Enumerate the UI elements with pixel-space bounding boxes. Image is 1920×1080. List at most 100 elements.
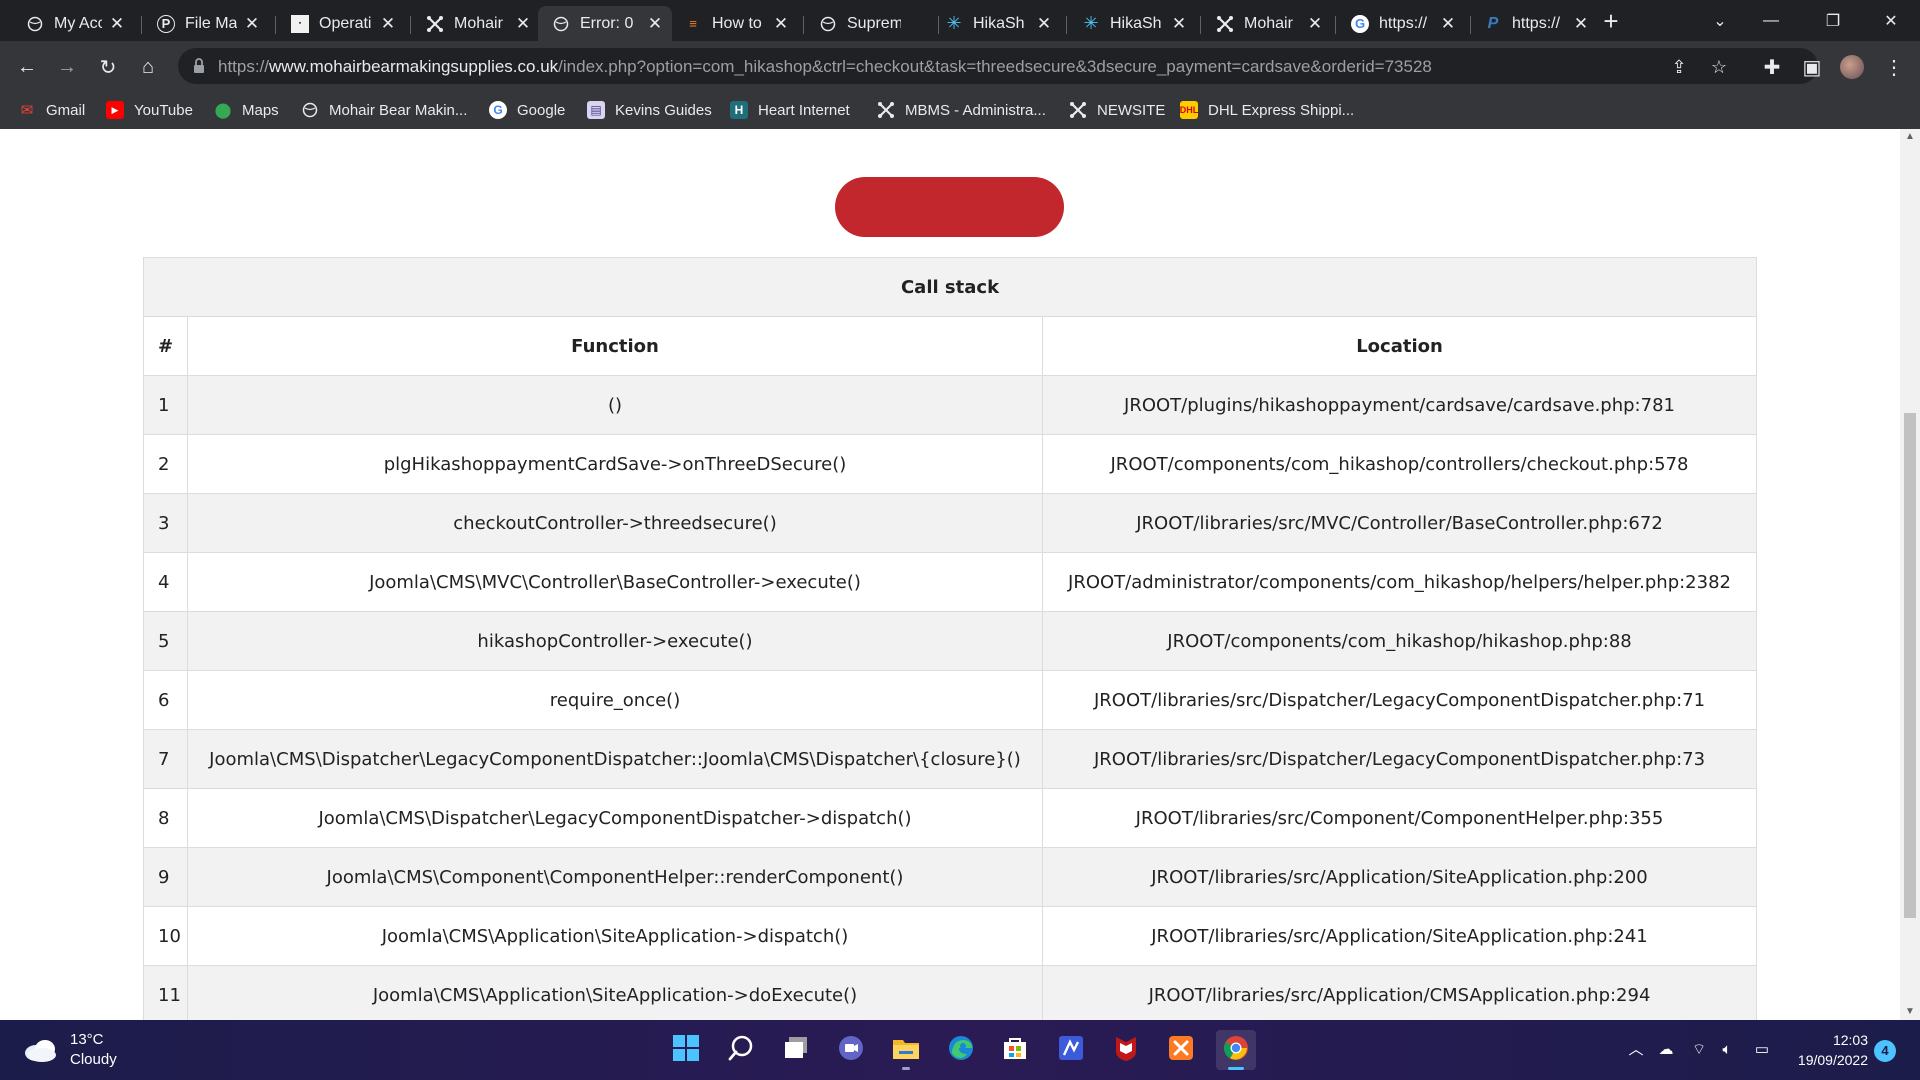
weather-widget[interactable]: 13°C Cloudy <box>22 1030 117 1070</box>
bookmark-label: MBMS - Administra... <box>905 101 1046 119</box>
close-icon[interactable]: ✕ <box>646 14 664 33</box>
wifi-icon[interactable]: ⌔ <box>1689 1040 1709 1060</box>
tab-mohair-2[interactable]: Mohair ✕ <box>1202 6 1332 41</box>
bookmark-label: Mohair Bear Makin... <box>329 101 468 119</box>
tab-google-url[interactable]: G https:// ✕ <box>1337 6 1465 41</box>
table-row: 5 hikashopController->execute() JROOT/comp… <box>143 611 1758 671</box>
close-icon[interactable]: ✕ <box>772 14 790 33</box>
chat-button[interactable] <box>831 1030 871 1070</box>
bookmark-star-icon[interactable]: ☆ <box>1708 56 1730 78</box>
bookmark-mohair-bear[interactable]: Mohair Bear Makin... <box>301 99 467 121</box>
forward-arrow-icon[interactable]: → <box>53 53 81 81</box>
file-explorer-button[interactable] <box>886 1030 926 1070</box>
scroll-up-arrow-icon[interactable]: ▲ <box>1900 129 1920 145</box>
search-button[interactable] <box>721 1030 761 1070</box>
windows-taskbar: 13°C Cloudy ︿ ☁ ⌔ 🔈︎ ▭ 12:03 19/09/2022 … <box>0 1020 1920 1080</box>
bookmark-kevins-guides[interactable]: ▤ Kevins Guides <box>587 99 712 121</box>
task-view-button[interactable] <box>776 1030 816 1070</box>
plesk-icon: ▪ <box>291 14 309 33</box>
notification-count-badge[interactable]: 4 <box>1874 1040 1896 1062</box>
bookmark-heart-internet[interactable]: H Heart Internet <box>730 99 850 121</box>
volume-icon[interactable]: 🔈︎ <box>1717 1040 1737 1060</box>
tab-my-account[interactable]: My Acc ✕ <box>12 6 134 41</box>
cell-function: Joomla\CMS\Application\SiteApplication->… <box>187 965 1043 1020</box>
close-icon[interactable]: ✕ <box>1572 14 1590 33</box>
tab-error-active[interactable]: Error: 0 ✕ <box>538 6 672 41</box>
tab-search-chevron-icon[interactable]: ⌄ <box>1697 6 1743 36</box>
close-icon[interactable]: ✕ <box>243 14 261 33</box>
clock-time: 12:03 <box>1832 1032 1868 1048</box>
new-tab-button[interactable]: + <box>1598 8 1624 35</box>
scrollbar-thumb[interactable] <box>1904 413 1916 918</box>
scroll-down-arrow-icon[interactable]: ▼ <box>1900 1004 1920 1020</box>
running-indicator <box>902 1067 910 1070</box>
table-row: 4 Joomla\CMS\MVC\Controller\BaseControlle… <box>143 552 1758 612</box>
chrome-button[interactable] <box>1216 1030 1256 1070</box>
close-icon[interactable]: ✕ <box>514 14 532 33</box>
tab-title: File Ma <box>185 14 237 32</box>
tab-hikashop-2[interactable]: ✳ HikaSh ✕ <box>1068 6 1196 41</box>
close-icon[interactable]: ✕ <box>108 14 126 33</box>
tab-title: Suprem <box>847 14 901 32</box>
lock-icon[interactable] <box>192 57 210 75</box>
tab-mohair-1[interactable]: Mohair ✕ <box>412 6 540 41</box>
tab-strip: My Acc ✕ P File Ma ✕ ▪ Operati ✕ Mohair … <box>0 0 1920 41</box>
reload-icon[interactable]: ↻ <box>94 53 122 81</box>
table-row: 1() JROOT/plugins/hikashoppayment/cardsav… <box>143 375 1758 435</box>
store-button[interactable] <box>995 1030 1035 1070</box>
vertical-scrollbar[interactable]: ▲ ▼ <box>1900 129 1920 1020</box>
profile-avatar[interactable] <box>1838 53 1866 81</box>
start-button[interactable] <box>666 1030 706 1070</box>
restore-button[interactable]: ❐ <box>1810 6 1856 36</box>
clock-date: 19/09/2022 <box>1797 1052 1868 1068</box>
tab-operations[interactable]: ▪ Operati ✕ <box>277 6 405 41</box>
bookmarks-bar: ✉ Gmail ▶ YouTube ⬤ Maps Mohair Bear Mak… <box>0 91 1920 129</box>
cell-location: JROOT/plugins/hikashoppayment/cardsave/c… <box>1041 375 1758 435</box>
close-icon[interactable]: ✕ <box>379 14 397 33</box>
xampp-button[interactable] <box>1161 1030 1201 1070</box>
tab-hikashop-1[interactable]: ✳ HikaSh ✕ <box>931 6 1061 41</box>
url-text: https://www.mohairbearmakingsupplies.co.… <box>218 57 1432 77</box>
battery-icon[interactable]: ▭ <box>1752 1040 1772 1060</box>
onedrive-cloud-icon[interactable]: ☁ <box>1656 1040 1676 1060</box>
url-host: www.mohairbearmakingsupplies.co.uk <box>269 57 559 76</box>
bookmark-youtube[interactable]: ▶ YouTube <box>106 99 193 121</box>
cell-function: Joomla\CMS\MVC\Controller\BaseController… <box>187 552 1043 612</box>
show-hidden-icons-chevron-icon[interactable]: ︿ <box>1626 1040 1646 1060</box>
bookmark-mbms-admin[interactable]: MBMS - Administra... <box>877 99 1046 121</box>
weather-condition: Cloudy <box>70 1051 117 1068</box>
bookmark-maps[interactable]: ⬤ Maps <box>214 99 279 121</box>
bookmark-newsite[interactable]: NEWSITE <box>1069 99 1165 121</box>
close-icon[interactable]: ✕ <box>1306 14 1324 33</box>
bookmark-gmail[interactable]: ✉ Gmail <box>18 99 85 121</box>
edge-button[interactable] <box>941 1030 981 1070</box>
bookmark-page-icon: ▤ <box>587 101 605 119</box>
close-icon[interactable]: ✕ <box>1170 14 1188 33</box>
back-arrow-icon[interactable]: ← <box>13 53 41 81</box>
window-close-button[interactable]: ✕ <box>1868 6 1914 36</box>
tab-file-manager[interactable]: P File Ma ✕ <box>143 6 269 41</box>
side-panel-icon[interactable]: ▣ <box>1798 53 1826 81</box>
share-icon[interactable]: ⇪ <box>1668 56 1690 78</box>
close-icon[interactable]: ✕ <box>1439 14 1457 33</box>
youtube-icon: ▶ <box>106 101 124 119</box>
system-clock[interactable]: 12:03 19/09/2022 <box>1786 1030 1868 1070</box>
table-row: 7 Joomla\CMS\Dispatcher\LegacyComponentDi… <box>143 729 1758 789</box>
table-row: 10 Joomla\CMS\Application\SiteApplication… <box>143 906 1758 966</box>
home-icon[interactable]: ⌂ <box>134 53 162 81</box>
tab-title: https:// <box>1379 14 1428 32</box>
app-button[interactable] <box>1051 1030 1091 1070</box>
close-icon[interactable]: ✕ <box>1035 14 1053 33</box>
address-bar[interactable]: https://www.mohairbearmakingsupplies.co.… <box>178 48 1818 84</box>
minimize-button[interactable]: — <box>1748 6 1794 36</box>
extensions-puzzle-icon[interactable]: ✚ <box>1758 53 1786 81</box>
mcafee-button[interactable] <box>1106 1030 1146 1070</box>
bookmark-google[interactable]: G Google <box>489 99 565 121</box>
tab-paypal-url[interactable]: P https:// ✕ <box>1470 6 1598 41</box>
tab-how-to[interactable]: ≡ How to ✕ <box>670 6 798 41</box>
bookmark-dhl[interactable]: DHL DHL Express Shippi... <box>1180 99 1354 121</box>
menu-kebab-icon[interactable]: ⋮ <box>1880 53 1908 81</box>
column-header-function: Function <box>187 316 1043 376</box>
return-button[interactable] <box>835 177 1064 237</box>
tab-supreme[interactable]: Suprem ✕ <box>805 6 933 41</box>
